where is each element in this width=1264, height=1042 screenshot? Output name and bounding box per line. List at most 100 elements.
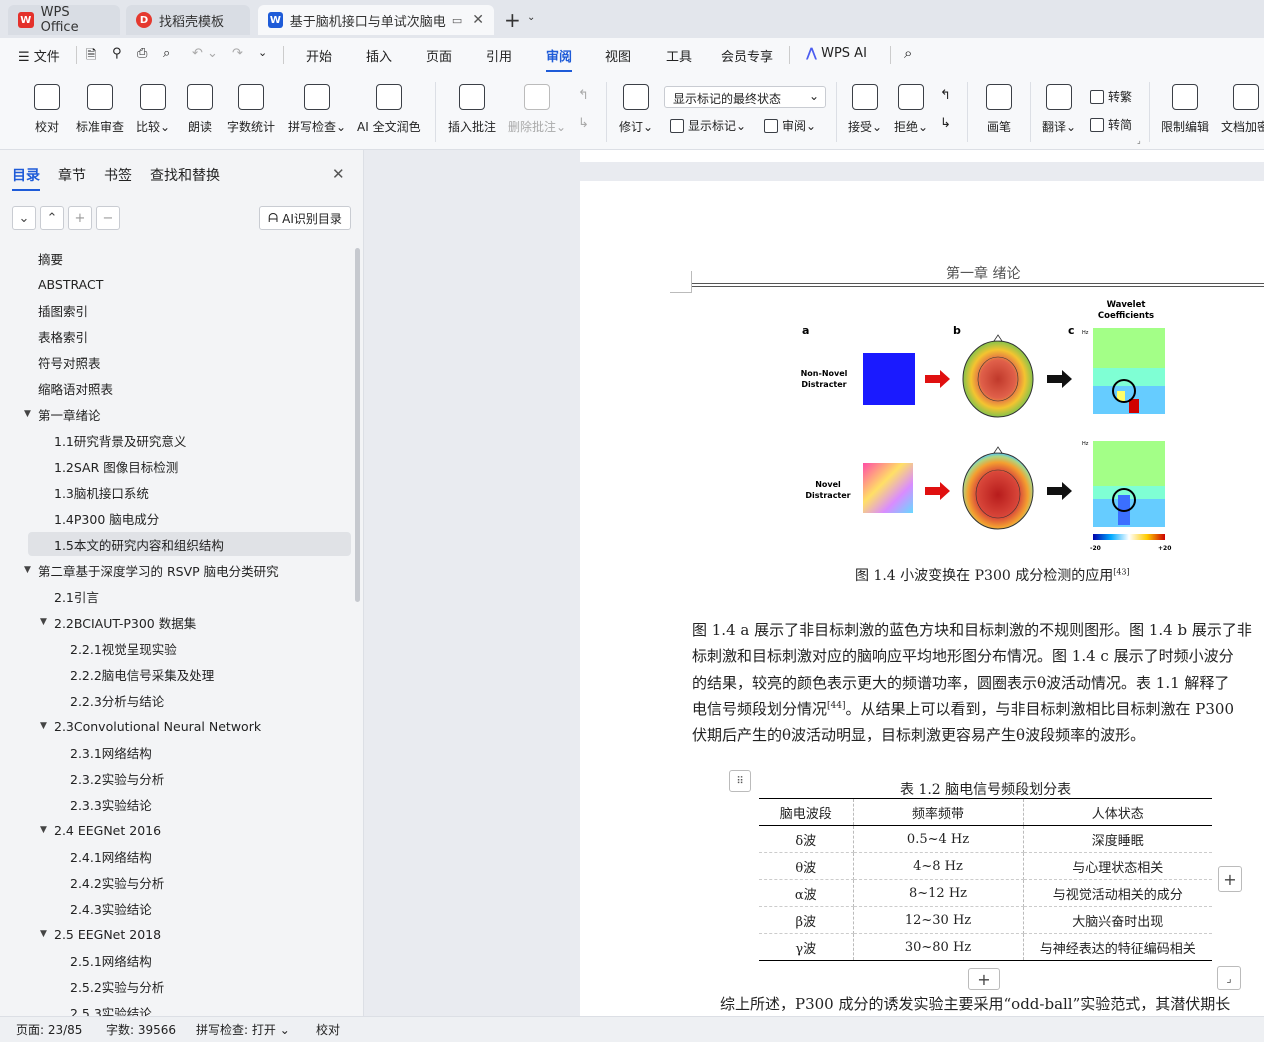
toc-item[interactable]: 2.1引言: [0, 584, 352, 608]
tab-document[interactable]: W 基于脑机接口与单试次脑电分 ▭ ✕: [258, 5, 494, 35]
expand-arrow-icon[interactable]: ▼: [24, 565, 31, 575]
toc-item[interactable]: 1.5本文的研究内容和组织结构: [28, 532, 351, 556]
standard-review-button[interactable]: 标准审查: [76, 84, 124, 135]
toc-item[interactable]: ▼ 第一章绪论: [0, 402, 352, 426]
translate-button[interactable]: 翻译⌄: [1042, 84, 1076, 135]
toc-item[interactable]: 2.2.1视觉呈现实验: [0, 636, 352, 660]
toc-item[interactable]: 2.2.2脑电信号采集及处理: [0, 662, 352, 686]
toc-item[interactable]: ▼ 第二章基于深度学习的 RSVP 脑电分类研究: [0, 558, 352, 582]
search-icon[interactable]: ⌕: [904, 44, 912, 62]
tab-toc[interactable]: 目录: [12, 165, 40, 191]
spell-check-button[interactable]: 拼写检查⌄: [288, 84, 346, 135]
to-simplified-button[interactable]: 转简: [1090, 116, 1132, 133]
restrict-edit-button[interactable]: 限制编辑: [1161, 84, 1209, 135]
expand-arrow-icon[interactable]: ▼: [40, 825, 47, 835]
menu-start[interactable]: 开始: [306, 46, 332, 65]
chevron-down-icon[interactable]: ⌄: [258, 46, 267, 59]
menu-view[interactable]: 视图: [605, 46, 631, 65]
close-pane-icon[interactable]: ✕: [332, 165, 345, 183]
expand-icon[interactable]: ⌟: [1137, 136, 1141, 145]
to-traditional-button[interactable]: 转繁: [1090, 88, 1132, 105]
menu-review[interactable]: 审阅: [546, 46, 573, 72]
toc-item[interactable]: 缩略语对照表: [0, 376, 352, 400]
toc-item[interactable]: ▼ 2.4 EEGNet 2016: [0, 818, 352, 842]
toc-item[interactable]: 2.4.1网络结构: [0, 844, 352, 868]
toc-item[interactable]: 表格索引: [0, 324, 352, 348]
tab-wps-office[interactable]: W WPS Office: [8, 5, 120, 35]
add-row-button[interactable]: +: [968, 968, 1000, 990]
file-menu[interactable]: ☰ 文件: [18, 46, 60, 65]
prev-comment-icon[interactable]: ↰: [578, 88, 589, 103]
print-preview-icon[interactable]: ⌕: [163, 46, 170, 61]
print-icon[interactable]: ⎙: [137, 46, 147, 61]
ai-polish-button[interactable]: AI 全文润色: [357, 84, 421, 135]
toc-item[interactable]: ▼ 2.3Convolutional Neural Network: [0, 714, 352, 738]
menu-reference[interactable]: 引用: [486, 46, 512, 65]
compare-button[interactable]: 比较⌄: [136, 84, 170, 135]
read-aloud-button[interactable]: 朗读: [187, 84, 213, 135]
tab-find-replace[interactable]: 查找和替换: [150, 165, 220, 185]
toc-item[interactable]: 2.3.3实验结论: [0, 792, 352, 816]
chevron-down-icon[interactable]: ⌄: [527, 12, 535, 23]
expand-arrow-icon[interactable]: ▼: [40, 721, 47, 731]
show-markup-button[interactable]: 显示标记 ⌄: [670, 117, 746, 134]
add-level-button[interactable]: +: [68, 206, 92, 230]
sidebar-scrollbar[interactable]: [355, 248, 360, 602]
proofread-button[interactable]: 校对: [34, 84, 60, 135]
menu-page[interactable]: 页面: [426, 46, 452, 65]
toc-item[interactable]: ABSTRACT: [0, 272, 352, 296]
table-move-handle-icon[interactable]: ⠿: [729, 770, 751, 792]
next-comment-icon[interactable]: ↳: [578, 116, 589, 131]
next-change-icon[interactable]: ↳: [940, 116, 951, 131]
prev-change-icon[interactable]: ↰: [940, 88, 951, 103]
toc-item[interactable]: 1.1研究背景及研究意义: [0, 428, 352, 452]
menu-insert[interactable]: 插入: [366, 46, 392, 65]
menu-tools[interactable]: 工具: [666, 46, 692, 65]
menu-member[interactable]: 会员专享: [721, 46, 773, 65]
status-page[interactable]: 页面: 23/85: [16, 1021, 82, 1038]
reject-button[interactable]: 拒绝⌄: [894, 84, 928, 135]
doc-encrypt-button[interactable]: 文档加密: [1221, 84, 1264, 135]
delete-comment-button[interactable]: 删除批注⌄: [508, 84, 566, 135]
status-spell-check[interactable]: 拼写检查: 打开 ⌄: [196, 1021, 290, 1038]
toc-item[interactable]: 符号对照表: [0, 350, 352, 374]
table-resize-handle-icon[interactable]: ⌟: [1217, 966, 1241, 990]
track-changes-button[interactable]: 修订⌄: [619, 84, 653, 135]
toc-item[interactable]: 插图索引: [0, 298, 352, 322]
status-proof[interactable]: 校对: [316, 1021, 340, 1038]
toc-item[interactable]: ▼ 2.5 EEGNet 2018: [0, 922, 352, 946]
accept-button[interactable]: 接受⌄: [848, 84, 882, 135]
status-word-count[interactable]: 字数: 39566: [106, 1021, 176, 1038]
expand-arrow-icon[interactable]: ▼: [40, 617, 47, 627]
review-pane-button[interactable]: 审阅 ⌄: [764, 117, 816, 134]
markup-view-select[interactable]: 显示标记的最终状态 ⌄: [664, 86, 826, 108]
add-column-button[interactable]: +: [1218, 866, 1242, 892]
screen-icon[interactable]: ▭: [452, 14, 462, 27]
redo-icon[interactable]: ↷: [232, 46, 243, 61]
close-tab-icon[interactable]: ✕: [472, 12, 484, 28]
toc-item[interactable]: 2.5.2实验与分析: [0, 974, 352, 998]
insert-comment-button[interactable]: 插入批注: [448, 84, 496, 135]
collapse-all-button[interactable]: ⌄: [12, 206, 36, 230]
wps-ai-button[interactable]: ⋀ WPS AI: [806, 46, 867, 61]
toc-item[interactable]: 2.3.2实验与分析: [0, 766, 352, 790]
toc-item[interactable]: 2.4.3实验结论: [0, 896, 352, 920]
tab-chapters[interactable]: 章节: [58, 165, 86, 185]
toc-item[interactable]: 2.5.1网络结构: [0, 948, 352, 972]
toc-item[interactable]: 2.4.2实验与分析: [0, 870, 352, 894]
ai-toc-button[interactable]: ᗩ AI识别目录: [259, 206, 351, 230]
toc-item[interactable]: 2.3.1网络结构: [0, 740, 352, 764]
tab-bookmarks[interactable]: 书签: [104, 165, 132, 185]
remove-level-button[interactable]: −: [96, 206, 120, 230]
undo-icon[interactable]: ↶ ⌄: [192, 46, 218, 61]
tab-docer[interactable]: D 找稻壳模板: [126, 5, 250, 35]
word-count-button[interactable]: 字数统计: [227, 84, 275, 135]
toc-item[interactable]: 2.2.3分析与结论: [0, 688, 352, 712]
toc-item[interactable]: ▼ 2.2BCIAUT-P300 数据集: [0, 610, 352, 634]
pen-button[interactable]: 画笔: [986, 84, 1012, 135]
save-icon[interactable]: 🗎: [86, 46, 96, 68]
toc-item[interactable]: 1.2SAR 图像目标检测: [0, 454, 352, 478]
toc-item[interactable]: 1.4P300 脑电成分: [0, 506, 352, 530]
expand-arrow-icon[interactable]: ▼: [24, 409, 31, 419]
link-icon[interactable]: ⚲: [112, 46, 122, 61]
